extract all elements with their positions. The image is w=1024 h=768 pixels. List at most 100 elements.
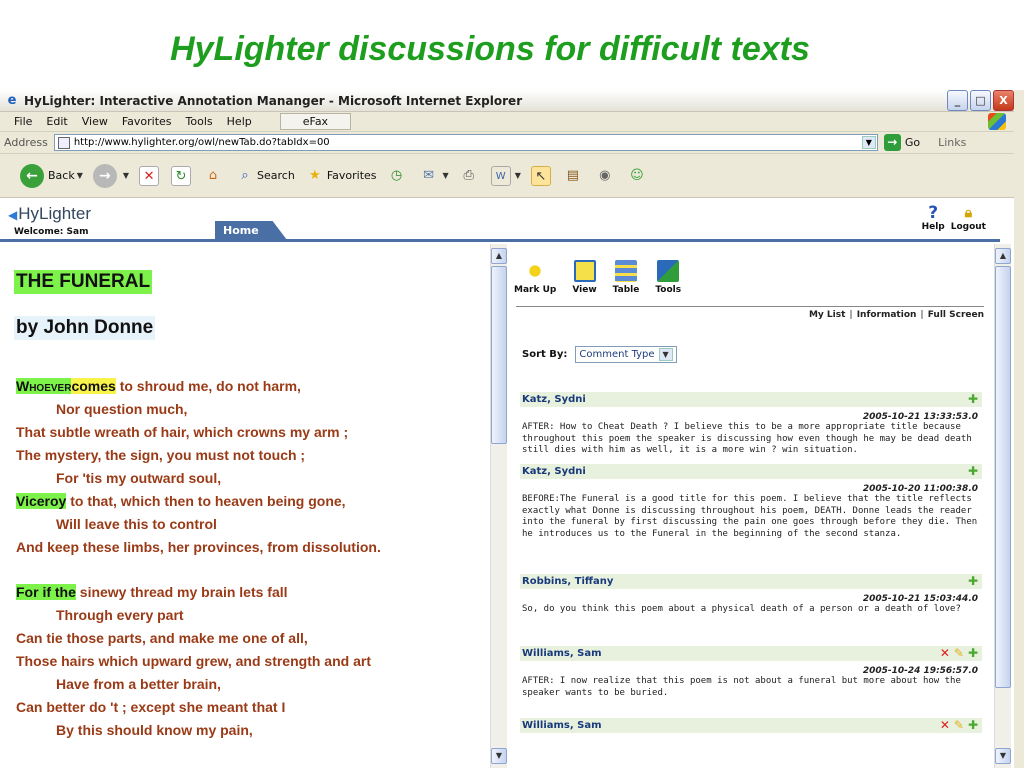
- maximize-button[interactable]: □: [970, 90, 991, 111]
- address-input[interactable]: http://www.hylighter.org/owl/newTab.do?t…: [53, 134, 878, 151]
- scroll-thumb[interactable]: [491, 266, 507, 444]
- close-button[interactable]: X: [993, 90, 1014, 111]
- comment-header[interactable]: Williams, Sam ✕ ✎ ✚: [520, 646, 982, 661]
- window-titlebar: e HyLighter: Interactive Annotation Mana…: [0, 90, 1014, 112]
- poem-scrollbar[interactable]: ▲ ▼: [490, 244, 507, 768]
- efax-button[interactable]: eFax: [279, 113, 352, 130]
- logout-button[interactable]: 🔒︎ Logout: [951, 204, 986, 232]
- back-label: Back: [48, 169, 75, 182]
- chevron-down-icon[interactable]: ▼: [861, 136, 876, 149]
- comment-text: BEFORE:The Funeral is a good title for t…: [522, 494, 978, 539]
- comment-author: Williams, Sam: [522, 720, 602, 731]
- chevron-down-icon: ▼: [122, 171, 130, 180]
- menu-help[interactable]: Help: [227, 115, 252, 128]
- menu-favorites[interactable]: Favorites: [122, 115, 172, 128]
- forward-button[interactable]: → ▼: [92, 163, 130, 188]
- comment-author: Williams, Sam: [522, 648, 602, 659]
- discuss-button[interactable]: ◉: [595, 166, 617, 186]
- messenger-icon: ☺: [630, 167, 644, 183]
- table-tool[interactable]: Table: [613, 260, 639, 295]
- ie-icon: e: [7, 92, 17, 108]
- scroll-down-icon[interactable]: ▼: [995, 748, 1011, 764]
- research-button[interactable]: ▤: [563, 166, 585, 186]
- stop-icon: ✕: [139, 165, 160, 186]
- sort-select[interactable]: Comment Type ▼: [575, 346, 677, 363]
- menu-tools[interactable]: Tools: [186, 115, 213, 128]
- delete-icon[interactable]: ✕: [940, 718, 950, 733]
- sort-by: Sort By: Comment Type ▼: [522, 346, 677, 363]
- browser-toolbar: ← Back ▼ → ▼ ✕ ↻ ⌂ ⌕ Search ★ Favorites …: [0, 154, 1014, 198]
- tab-home[interactable]: Home: [215, 221, 287, 240]
- search-label: Search: [257, 169, 295, 182]
- search-button[interactable]: ⌕ Search: [235, 166, 295, 186]
- view-tool[interactable]: View: [572, 260, 597, 295]
- scroll-up-icon[interactable]: ▲: [995, 248, 1011, 264]
- edit-button[interactable]: W ▼: [490, 165, 521, 186]
- information-link[interactable]: Information: [857, 310, 917, 320]
- panel-links: My List | Information | Full Screen: [808, 310, 984, 320]
- poem-line: Viceroy to that, which then to heaven be…: [16, 493, 346, 509]
- menu-file[interactable]: File: [14, 115, 32, 128]
- highlight[interactable]: Whoever: [16, 378, 72, 394]
- my-list-link[interactable]: My List: [809, 310, 845, 320]
- full-screen-link[interactable]: Full Screen: [928, 310, 984, 320]
- window-title: HyLighter: Interactive Annotation Manang…: [24, 93, 523, 108]
- chevron-down-icon: ▼: [514, 171, 521, 180]
- favorites-button[interactable]: ★ Favorites: [305, 166, 377, 186]
- back-button[interactable]: ← Back ▼: [20, 163, 83, 188]
- markup-label: Mark Up: [514, 285, 557, 295]
- highlight[interactable]: For if the: [16, 584, 76, 600]
- links-button[interactable]: Links: [938, 136, 966, 149]
- refresh-icon: ↻: [171, 165, 192, 186]
- scroll-down-icon[interactable]: ▼: [491, 748, 507, 764]
- web-page: ◀HyLighter Welcome: Sam Home ? Help 🔒︎ L…: [0, 198, 1014, 768]
- history-button[interactable]: ◷: [387, 166, 409, 186]
- chevron-down-icon[interactable]: ▼: [658, 348, 673, 361]
- delete-icon[interactable]: ✕: [940, 646, 950, 661]
- welcome-text: Welcome: Sam: [14, 227, 89, 237]
- pencil-icon[interactable]: ✎: [954, 718, 964, 733]
- menu-view[interactable]: View: [82, 115, 108, 128]
- divider: [516, 306, 984, 307]
- highlight[interactable]: Viceroy: [16, 493, 67, 509]
- search-icon: ⌕: [241, 167, 249, 183]
- reply-icon[interactable]: ✚: [968, 646, 978, 661]
- reply-icon[interactable]: ✚: [968, 718, 978, 733]
- help-button[interactable]: ? Help: [922, 204, 945, 232]
- refresh-button[interactable]: ↻: [171, 165, 193, 186]
- mail-button[interactable]: ✉ ▼: [419, 166, 449, 186]
- go-button[interactable]: → Go: [883, 134, 920, 151]
- tools-tool[interactable]: Tools: [655, 260, 681, 295]
- poem-text: sinewy thread my brain lets fall: [75, 584, 288, 600]
- comment-header[interactable]: Robbins, Tiffany ✚: [520, 574, 982, 589]
- reply-icon[interactable]: ✚: [968, 574, 978, 589]
- comment-header[interactable]: Katz, Sydni ✚: [520, 464, 982, 479]
- comment-item: Katz, Sydni ✚ 2005-10-20 11:00:38.0 BEFO…: [520, 464, 982, 540]
- print-button[interactable]: ⎙: [459, 166, 481, 186]
- highlight[interactable]: comes: [71, 378, 116, 394]
- panel-scrollbar[interactable]: ▲ ▼: [994, 244, 1011, 768]
- comment-header[interactable]: Katz, Sydni ✚: [520, 392, 982, 407]
- scroll-thumb[interactable]: [995, 266, 1011, 688]
- highlighter-button[interactable]: ↖: [530, 165, 553, 186]
- minimize-button[interactable]: _: [947, 90, 968, 111]
- messenger-button[interactable]: ☺: [627, 166, 649, 186]
- logo-mark-icon: ◀: [8, 208, 18, 222]
- home-button[interactable]: ⌂: [203, 166, 225, 186]
- address-label: Address: [4, 136, 48, 149]
- comment-author: Katz, Sydni: [522, 394, 586, 405]
- comment-item: Williams, Sam ✕ ✎ ✚: [520, 718, 982, 733]
- reply-icon[interactable]: ✚: [968, 464, 978, 479]
- comment-item: Katz, Sydni ✚ 2005-10-21 13:33:53.0 AFTE…: [520, 392, 982, 457]
- pencil-icon[interactable]: ✎: [954, 646, 964, 661]
- markup-tool[interactable]: Mark Up: [514, 260, 556, 295]
- poem-line: Whoevercomes to shroud me, do not harm,: [16, 378, 301, 394]
- poem-line: For if the sinewy thread my brain lets f…: [16, 584, 288, 600]
- stop-button[interactable]: ✕: [139, 165, 161, 186]
- chevron-down-icon: ▼: [442, 171, 449, 180]
- reply-icon[interactable]: ✚: [968, 392, 978, 407]
- scroll-up-icon[interactable]: ▲: [491, 248, 507, 264]
- mail-icon: ✉: [423, 167, 434, 183]
- comment-header[interactable]: Williams, Sam ✕ ✎ ✚: [520, 718, 982, 733]
- menu-edit[interactable]: Edit: [46, 115, 67, 128]
